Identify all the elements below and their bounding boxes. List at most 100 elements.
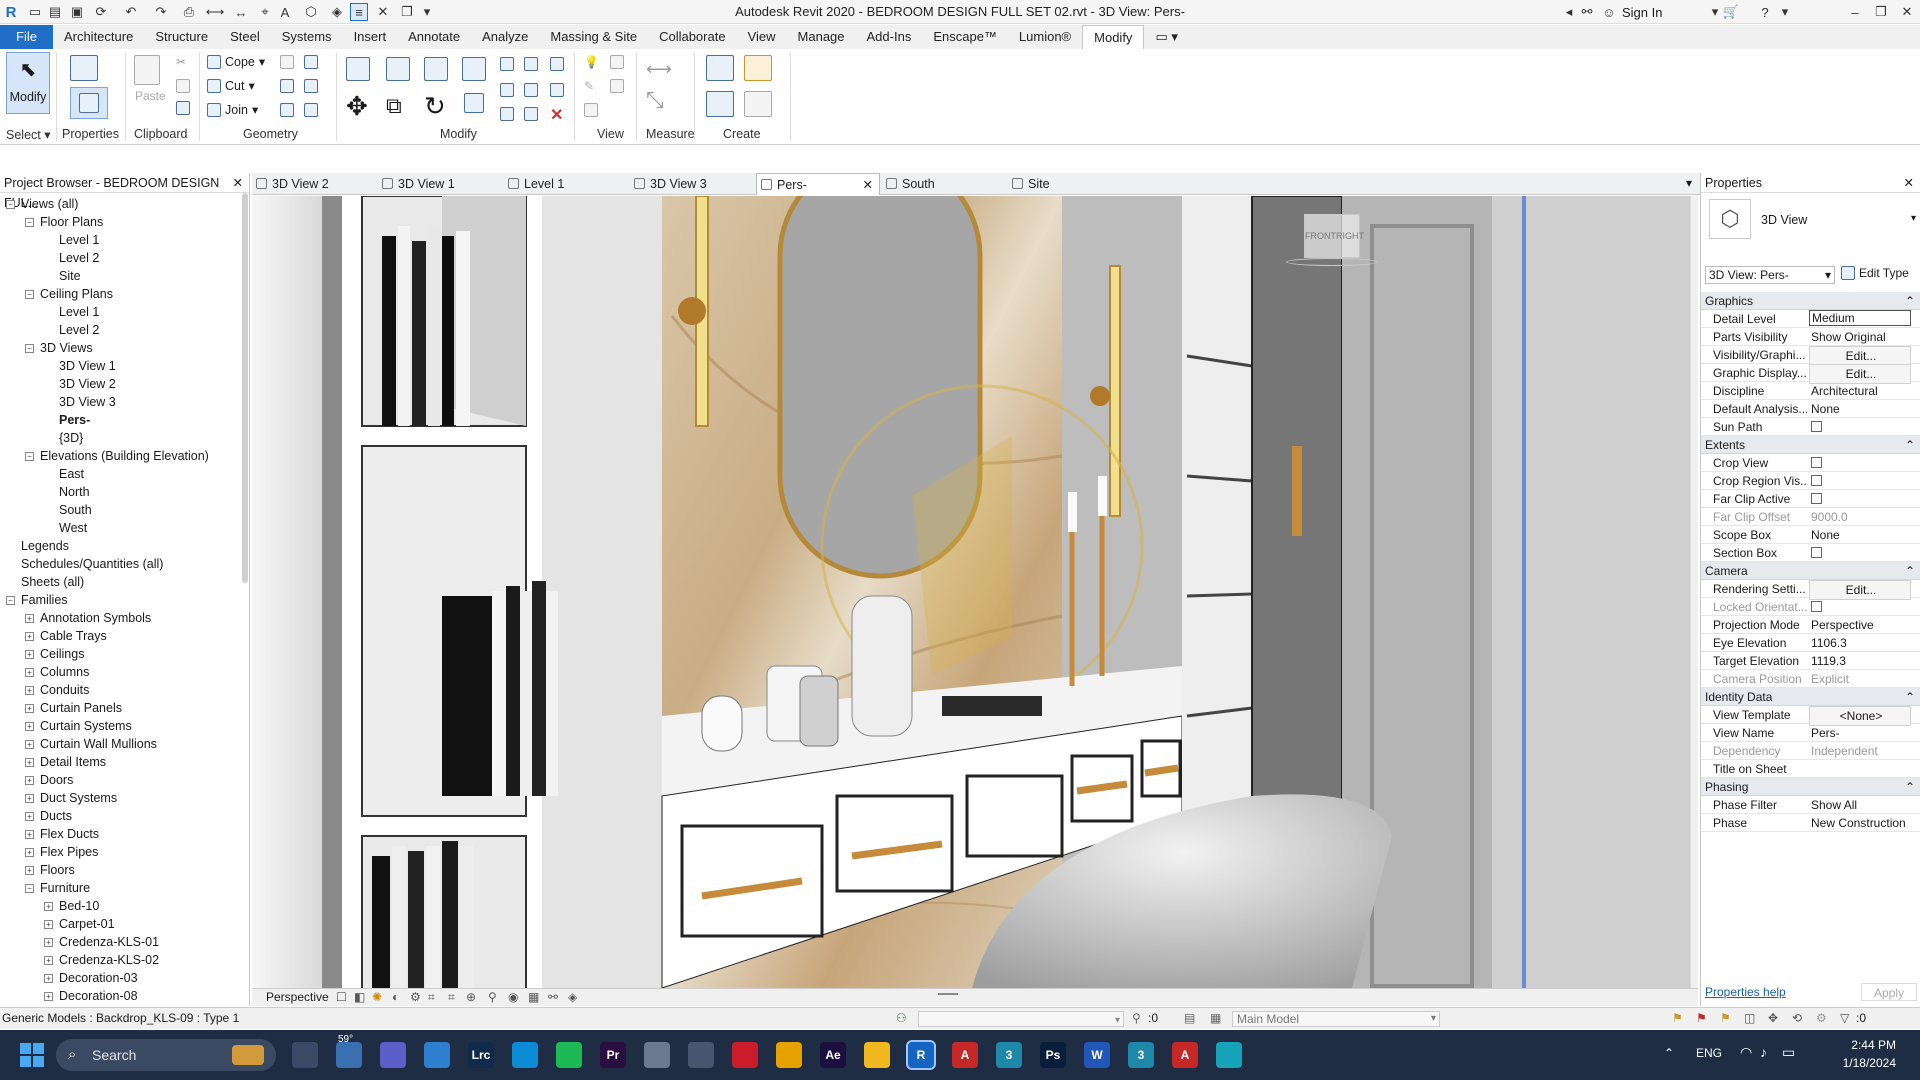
- browser-item[interactable]: + Doors: [25, 771, 73, 789]
- property-checkbox[interactable]: [1809, 418, 1911, 437]
- section-icon[interactable]: ◈: [328, 3, 346, 21]
- browser-item[interactable]: + Detail Items: [25, 753, 106, 771]
- properties-section-header[interactable]: Identity Data ⌃: [1701, 688, 1920, 706]
- customize-qat-icon[interactable]: ▾: [418, 3, 436, 21]
- filter-icon[interactable]: ▽: [1840, 1008, 1849, 1029]
- browser-item[interactable]: + Bed-10: [44, 897, 99, 915]
- wifi-icon[interactable]: ◠: [1740, 1044, 1752, 1061]
- sun-path-icon[interactable]: ✺: [372, 989, 382, 1006]
- property-checkbox[interactable]: [1809, 544, 1911, 563]
- show-crop-icon[interactable]: ⌗: [448, 989, 455, 1006]
- cut-button[interactable]: Cut ▾: [207, 78, 255, 93]
- horizontal-scroll-thumb[interactable]: [938, 993, 958, 995]
- view-cube-right[interactable]: RIGHT: [1336, 231, 1364, 241]
- select-links-icon[interactable]: ⚑: [1672, 1008, 1683, 1029]
- property-edit-button[interactable]: Edit...: [1809, 580, 1911, 600]
- task-view-icon[interactable]: [292, 1042, 318, 1068]
- drag-on-selection-icon[interactable]: ✥: [1768, 1008, 1778, 1029]
- property-value[interactable]: New Construction: [1809, 814, 1911, 832]
- property-value[interactable]: None: [1809, 400, 1911, 418]
- ribbon-tab-insert[interactable]: Insert: [343, 25, 398, 49]
- checkbox-icon[interactable]: [1811, 493, 1822, 504]
- ribbon-tab-view[interactable]: View: [737, 25, 787, 49]
- background-processes-icon[interactable]: ⟲: [1792, 1008, 1802, 1029]
- editable-only-icon[interactable]: ⚲: [1132, 1008, 1141, 1029]
- tag-icon[interactable]: ⌖: [256, 3, 274, 21]
- properties-section-header[interactable]: Graphics ⌃: [1701, 292, 1920, 310]
- weather-icon[interactable]: [336, 1042, 362, 1068]
- collapse-section-icon[interactable]: ⌃: [1905, 688, 1915, 706]
- property-checkbox[interactable]: [1809, 454, 1911, 473]
- expand-icon[interactable]: +: [25, 848, 34, 858]
- view-mode-label[interactable]: Perspective: [266, 989, 329, 1006]
- paint-icon[interactable]: [304, 79, 318, 96]
- view-tab[interactable]: 3D View 1: [378, 173, 502, 195]
- checkbox-icon[interactable]: [1811, 457, 1822, 468]
- ribbon-tab-steel[interactable]: Steel: [219, 25, 271, 49]
- array-icon[interactable]: [500, 83, 514, 100]
- workset-dropdown[interactable]: ▾: [918, 1011, 1124, 1027]
- expand-icon[interactable]: +: [44, 938, 53, 948]
- delete-icon[interactable]: ✕: [550, 105, 563, 125]
- view-tab[interactable]: Site: [1008, 173, 1132, 195]
- expand-icon[interactable]: +: [25, 632, 34, 642]
- browser-item[interactable]: + Conduits: [25, 681, 89, 699]
- view-cube-compass[interactable]: [1286, 258, 1378, 266]
- expand-icon[interactable]: +: [25, 830, 34, 840]
- property-edit-button[interactable]: Edit...: [1809, 364, 1911, 384]
- spotify-icon[interactable]: [556, 1042, 582, 1068]
- expand-icon[interactable]: +: [25, 776, 34, 786]
- select-pinned-icon[interactable]: ⚑: [1720, 1008, 1731, 1029]
- revit-logo-icon[interactable]: R: [2, 3, 20, 21]
- view-cube-front[interactable]: FRONT: [1305, 231, 1336, 241]
- ribbon-tab-annotate[interactable]: Annotate: [397, 25, 471, 49]
- tab-list-dropdown-icon[interactable]: ▾: [1686, 176, 1692, 190]
- autocad-icon[interactable]: A: [952, 1042, 978, 1068]
- hide-category-icon[interactable]: [584, 103, 598, 120]
- premiere-icon[interactable]: Pr: [600, 1042, 626, 1068]
- switch-windows-icon[interactable]: ❐: [398, 3, 416, 21]
- expand-icon[interactable]: +: [25, 758, 34, 768]
- properties-help-link[interactable]: Properties help: [1705, 985, 1786, 999]
- copy-element-icon[interactable]: ⧉: [386, 93, 402, 119]
- create-assembly-icon[interactable]: [706, 55, 734, 84]
- view-tab[interactable]: Pers- ✕: [756, 173, 880, 195]
- select-by-face-icon[interactable]: ◫: [1744, 1008, 1755, 1029]
- crop-view-icon[interactable]: ⌗: [428, 989, 435, 1006]
- paste-icon[interactable]: [134, 55, 164, 85]
- ribbon-tab-modify[interactable]: Modify: [1082, 25, 1145, 49]
- property-value[interactable]: Architectural: [1809, 382, 1911, 400]
- trim-icon[interactable]: [464, 93, 484, 116]
- tree-scrollbar[interactable]: [242, 193, 248, 583]
- temp-view-props-icon[interactable]: ▦: [528, 989, 539, 1006]
- create-similar-icon[interactable]: [744, 91, 772, 120]
- app-3-icon[interactable]: 3: [996, 1042, 1022, 1068]
- expand-icon[interactable]: +: [25, 614, 34, 624]
- minimize-icon[interactable]: –: [1846, 3, 1864, 21]
- browser-item[interactable]: + Ceilings: [25, 645, 84, 663]
- browser-item[interactable]: 3D View 1: [44, 357, 116, 375]
- battery-icon[interactable]: ▭: [1782, 1044, 1795, 1061]
- render-icon[interactable]: ⚙: [410, 989, 421, 1006]
- move-icon[interactable]: ✥: [346, 91, 368, 122]
- view-cube[interactable]: FRONT RIGHT: [1304, 214, 1364, 258]
- detail-level-icon[interactable]: ☐: [336, 989, 347, 1006]
- ribbon-tab-collaborate[interactable]: Collaborate: [648, 25, 737, 49]
- close-icon[interactable]: ✕: [233, 173, 243, 192]
- apply-button[interactable]: Apply: [1861, 983, 1917, 1001]
- collapse-icon[interactable]: −: [25, 344, 34, 354]
- browser-item[interactable]: Level 1: [44, 231, 99, 249]
- ribbon-tab-systems[interactable]: Systems: [271, 25, 343, 49]
- select-underlay-icon[interactable]: ⚑: [1696, 1008, 1707, 1029]
- sync-icon[interactable]: ⟳: [92, 3, 110, 21]
- browser-item[interactable]: {3D}: [44, 429, 83, 447]
- browser-item[interactable]: Site: [44, 267, 81, 285]
- collapse-section-icon[interactable]: ⌃: [1905, 436, 1915, 454]
- cart-icon[interactable]: 🛒: [1722, 3, 1740, 21]
- media-player-icon[interactable]: [776, 1042, 802, 1068]
- expand-icon[interactable]: +: [25, 812, 34, 822]
- expand-icon[interactable]: +: [44, 902, 53, 912]
- instance-selector[interactable]: 3D View: Pers- ▾: [1705, 266, 1835, 284]
- save-icon[interactable]: ▣: [68, 3, 86, 21]
- revit-icon[interactable]: R: [906, 1040, 936, 1070]
